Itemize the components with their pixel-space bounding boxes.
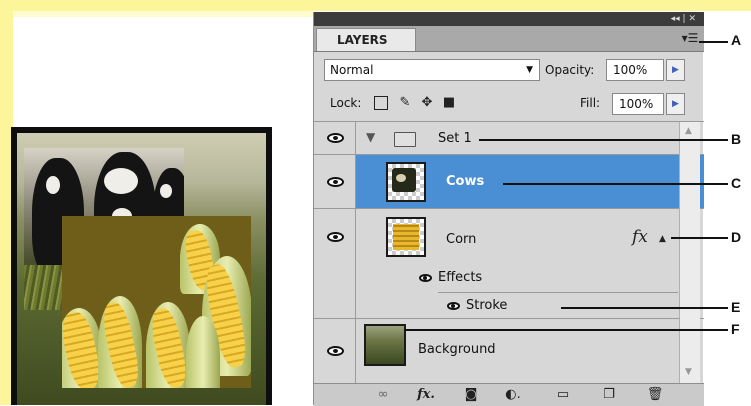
layer-row-corn[interactable]: Corn fx ▲	[314, 209, 704, 265]
new-group-icon[interactable]: ▭	[554, 386, 572, 404]
visibility-column	[314, 292, 356, 318]
opacity-label: Opacity:	[545, 63, 595, 77]
lock-all-icon[interactable]: ■	[442, 96, 456, 110]
callout-e: E	[731, 299, 741, 315]
callout-a: A	[731, 32, 742, 48]
effect-name: Stroke	[466, 298, 508, 313]
layer-thumbnail	[386, 217, 426, 257]
layers-scrollbar[interactable]: ▲ ▼	[679, 122, 700, 385]
callout-line-a	[699, 41, 728, 43]
slide-frame-strip	[13, 11, 313, 17]
tab-layers[interactable]: LAYERS	[316, 28, 416, 51]
callout-line-f	[404, 329, 728, 331]
blend-mode-value: Normal	[330, 63, 374, 77]
lock-brush-icon[interactable]: ✎	[398, 96, 412, 110]
visibility-column	[314, 265, 356, 292]
lock-move-icon[interactable]: ✥	[420, 96, 434, 110]
callout-line-e	[561, 307, 728, 309]
opacity-field[interactable]: 100%	[606, 59, 664, 81]
fx-icon[interactable]: fx	[632, 227, 648, 247]
opacity-arrow-button[interactable]: ▶	[666, 59, 685, 81]
layer-name: Set 1	[438, 131, 472, 146]
panel-bottom-bar: ∞ fx. ◙ ◐. ▭ ❐ 🗑	[314, 383, 704, 406]
link-layers-icon[interactable]: ∞	[372, 386, 394, 404]
visibility-toggle[interactable]	[314, 209, 356, 265]
panel-menu-icon[interactable]: ▾☰	[681, 30, 699, 46]
disclosure-triangle-icon[interactable]: ▼	[366, 130, 375, 144]
layer-name: Corn	[446, 232, 477, 247]
layer-row-stroke[interactable]: Stroke	[314, 292, 704, 319]
trash-icon[interactable]: 🗑	[646, 386, 664, 404]
lock-fill-row: Lock: ✎ ✥ ■ Fill: 100% ▶	[314, 87, 704, 122]
add-mask-icon[interactable]: ◙	[462, 386, 480, 404]
visibility-toggle[interactable]	[314, 319, 356, 383]
lock-transparency-icon[interactable]	[374, 96, 388, 110]
layer-thumbnail	[386, 162, 426, 202]
fill-label: Fill:	[580, 96, 601, 110]
layer-name: Background	[418, 342, 496, 357]
eye-icon[interactable]	[327, 177, 344, 187]
eye-icon[interactable]	[327, 232, 344, 242]
eye-icon[interactable]	[327, 346, 344, 356]
layer-thumbnail	[364, 324, 406, 366]
fill-field[interactable]: 100%	[612, 93, 664, 115]
callout-f: F	[731, 321, 740, 337]
callout-c: C	[731, 175, 742, 191]
visibility-toggle[interactable]	[314, 155, 356, 208]
callout-d: D	[731, 229, 742, 245]
fill-arrow-button[interactable]: ▶	[666, 93, 685, 115]
layer-row-cows[interactable]: Cows	[314, 155, 704, 209]
panel-title-strip: ◂◂ | ✕	[314, 12, 704, 26]
folder-icon	[394, 132, 416, 147]
new-layer-icon[interactable]: ❐	[600, 386, 618, 404]
corn-image	[62, 216, 251, 388]
blend-opacity-row: Normal ▼ Opacity: 100% ▶	[314, 52, 704, 86]
collapse-close-buttons[interactable]: ◂◂ | ✕	[671, 12, 696, 26]
callout-line-c	[503, 183, 728, 185]
layer-name: Cows	[446, 174, 485, 189]
stroke-eye-icon[interactable]	[447, 302, 460, 310]
layers-panel: ◂◂ | ✕ LAYERS ▾☰ Normal ▼ Opacity: 100% …	[313, 12, 704, 406]
slide-frame-top	[0, 0, 751, 11]
effects-eye-icon[interactable]	[419, 274, 432, 282]
effects-toggle-icon[interactable]: ▲	[659, 234, 666, 244]
chevron-down-icon: ▼	[526, 65, 533, 75]
panel-tab-bar: LAYERS	[314, 26, 704, 52]
callout-line-d	[671, 237, 728, 239]
callout-line-b	[479, 139, 728, 141]
callout-b: B	[731, 131, 742, 147]
visibility-toggle[interactable]	[314, 122, 356, 154]
scroll-down-icon[interactable]: ▼	[685, 367, 692, 377]
blend-mode-select[interactable]: Normal ▼	[324, 59, 540, 81]
effects-label: Effects	[438, 270, 483, 285]
add-style-icon[interactable]: fx.	[414, 386, 438, 404]
layer-row-effects[interactable]: Effects	[314, 265, 704, 292]
eye-icon[interactable]	[327, 133, 344, 143]
adjustment-layer-icon[interactable]: ◐.	[502, 386, 524, 404]
lock-label: Lock:	[330, 96, 362, 110]
scroll-up-icon[interactable]: ▲	[685, 126, 692, 136]
